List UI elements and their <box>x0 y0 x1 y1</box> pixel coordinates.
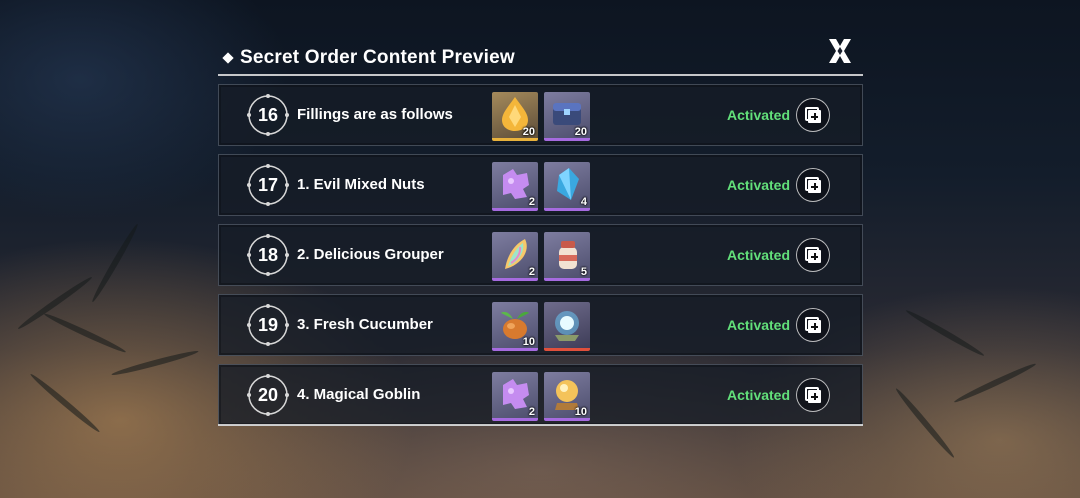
level-number: 16 <box>257 105 279 125</box>
background-leaf <box>89 222 141 304</box>
reward-item[interactable]: 2 <box>492 162 538 211</box>
row-title: 1. Evil Mixed Nuts <box>297 176 425 193</box>
order-row: 19 3. Fresh Cucumber 10 Activated <box>218 294 863 356</box>
reward-items: 2 10 <box>492 372 590 421</box>
status-label: Activated <box>727 247 791 263</box>
reward-item[interactable]: 2 <box>492 232 538 281</box>
item-quantity: 20 <box>574 126 587 138</box>
status-label: Activated <box>727 387 791 403</box>
reward-item[interactable] <box>544 302 590 351</box>
copy-button[interactable] <box>796 308 830 342</box>
background-leaf <box>893 386 957 460</box>
status-label: Activated <box>727 177 791 193</box>
copy-button[interactable] <box>796 238 830 272</box>
copy-button[interactable] <box>796 98 830 132</box>
row-title: 3. Fresh Cucumber <box>297 316 433 333</box>
status-label: Activated <box>727 317 791 333</box>
item-quantity: 5 <box>580 266 587 278</box>
purple-puzzle-piece-icon <box>503 379 529 409</box>
copy-button[interactable] <box>796 168 830 202</box>
level-badge: 16 <box>246 93 290 137</box>
blue-crystal-icon <box>557 168 579 200</box>
item-quantity: 4 <box>580 196 587 208</box>
item-quantity: 20 <box>522 126 535 138</box>
level-badge: 19 <box>246 303 290 347</box>
level-badge: 20 <box>246 373 290 417</box>
secret-order-panel: Secret Order Content Preview 16 Fillings… <box>218 39 863 430</box>
rainbow-feather-icon <box>505 239 527 269</box>
close-button[interactable] <box>825 36 855 66</box>
item-quantity: 2 <box>528 266 535 278</box>
reward-item[interactable]: 2 <box>492 372 538 421</box>
order-row: 16 Fillings are as follows 20 20 Activat… <box>218 84 863 146</box>
level-badge: 18 <box>246 233 290 277</box>
reward-item[interactable]: 20 <box>544 92 590 141</box>
background-leaf <box>110 348 200 378</box>
copy-button[interactable] <box>796 378 830 412</box>
status-label: Activated <box>727 107 791 123</box>
background-leaf <box>42 311 128 355</box>
row-title: Fillings are as follows <box>297 106 453 123</box>
panel-footer-divider <box>218 424 863 426</box>
level-number: 20 <box>257 385 279 405</box>
reward-item[interactable]: 5 <box>544 232 590 281</box>
glowing-orb-icon <box>555 311 579 341</box>
item-quantity: 2 <box>528 406 535 418</box>
order-rows-list: 16 Fillings are as follows 20 20 Activat… <box>218 84 863 434</box>
reward-items: 2 4 <box>492 162 590 211</box>
background-leaf <box>904 307 986 359</box>
row-title: 4. Magical Goblin <box>297 386 421 403</box>
item-quantity: 2 <box>528 196 535 208</box>
reward-items: 2 5 <box>492 232 590 281</box>
background-leaf <box>952 361 1038 405</box>
reward-item[interactable]: 10 <box>492 302 538 351</box>
reward-items: 20 20 <box>492 92 590 141</box>
row-title: 2. Delicious Grouper <box>297 246 444 263</box>
level-number: 17 <box>257 175 279 195</box>
level-number: 19 <box>257 315 279 335</box>
close-icon <box>829 39 851 63</box>
reward-item[interactable]: 4 <box>544 162 590 211</box>
reward-item[interactable]: 10 <box>544 372 590 421</box>
item-quantity: 10 <box>574 406 587 418</box>
panel-title: Secret Order Content Preview <box>222 47 515 69</box>
diamond-bullet-icon <box>222 52 234 64</box>
background-leaf <box>28 371 102 435</box>
jar-icon <box>559 241 577 269</box>
level-number: 18 <box>257 245 279 265</box>
background-leaf <box>16 274 94 332</box>
reward-items: 10 <box>492 302 590 351</box>
order-row: 17 1. Evil Mixed Nuts 2 4 Activated <box>218 154 863 216</box>
level-badge: 17 <box>246 163 290 207</box>
purple-puzzle-piece-icon <box>503 169 529 199</box>
order-row: 18 2. Delicious Grouper 2 5 Activated <box>218 224 863 286</box>
reward-item[interactable]: 20 <box>492 92 538 141</box>
panel-title-text: Secret Order Content Preview <box>240 47 515 68</box>
panel-header: Secret Order Content Preview <box>218 39 863 76</box>
item-quantity: 10 <box>522 336 535 348</box>
order-row: 20 4. Magical Goblin 2 10 Activated <box>218 364 863 426</box>
